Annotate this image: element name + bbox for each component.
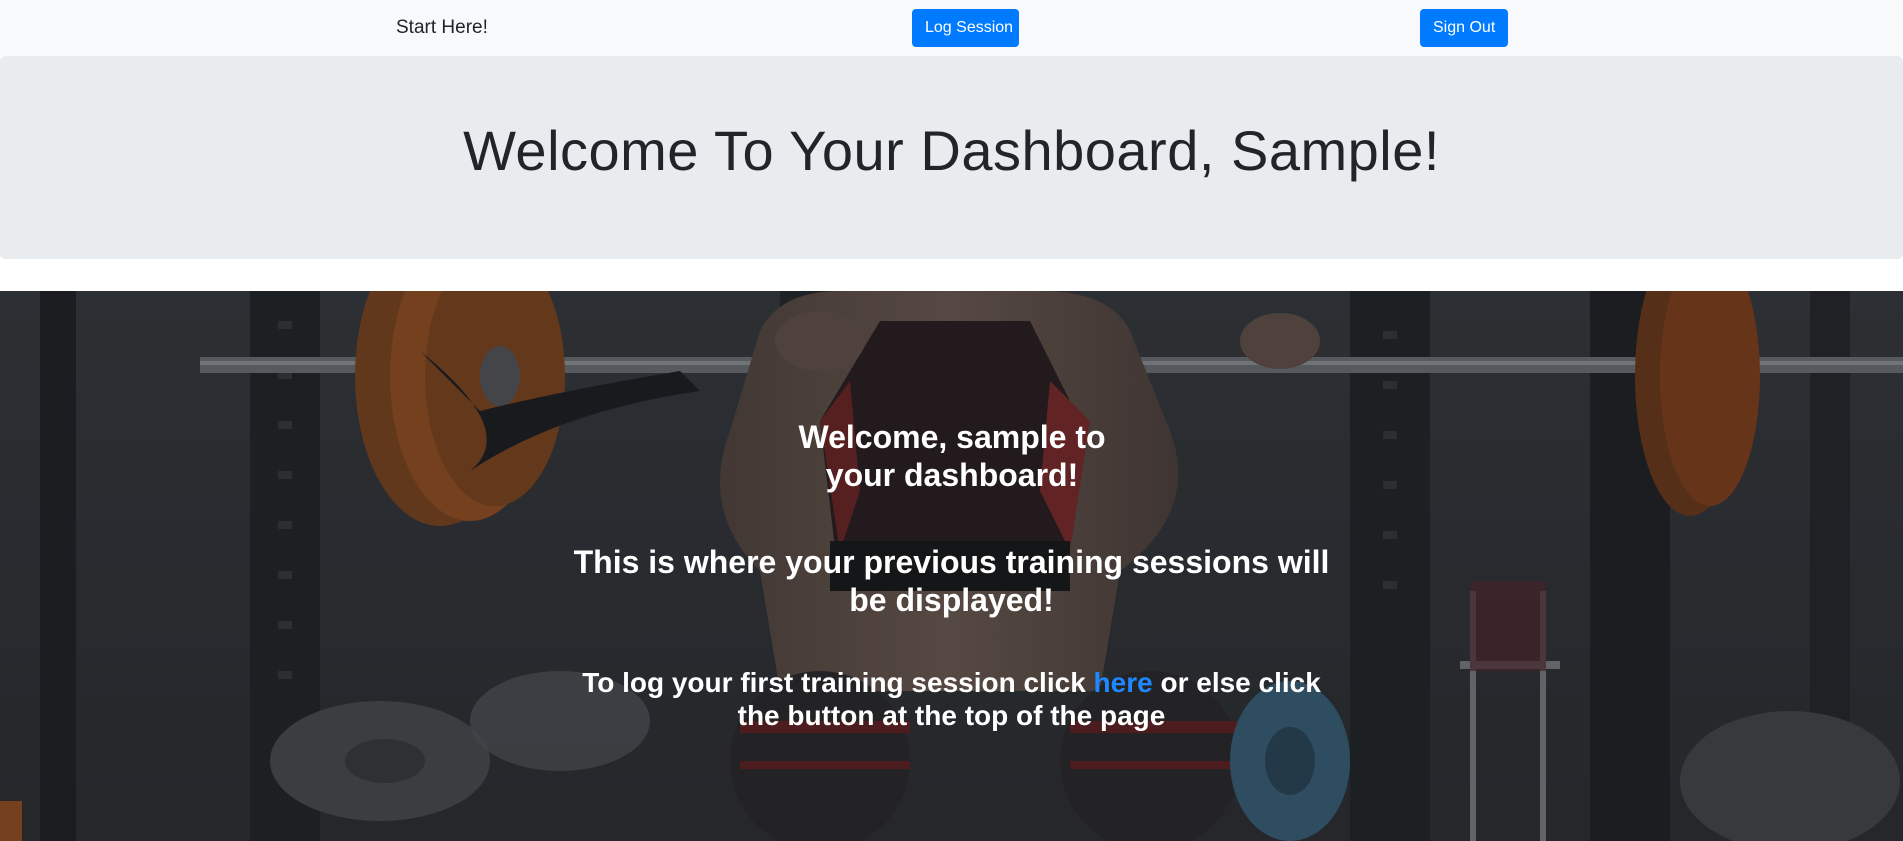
top-navbar: Start Here! Log Session Sign Out [0,0,1903,56]
log-session-button[interactable]: Log Session [912,9,1019,47]
hero-content: Welcome, sample to your dashboard! This … [0,291,1903,841]
training-sessions-info: This is where your previous training ses… [573,544,1330,618]
log-first-session-text: To log your first training session click… [560,666,1343,732]
log-text-prefix: To log your first training session click [582,667,1094,698]
hero-section: Welcome, sample to your dashboard! This … [0,291,1903,841]
sign-out-button[interactable]: Sign Out [1420,9,1508,47]
page-title: Welcome To Your Dashboard, Sample! [463,119,1440,182]
welcome-jumbotron: Welcome To Your Dashboard, Sample! [0,56,1903,259]
log-session-here-link[interactable]: here [1094,667,1153,698]
brand-link[interactable]: Start Here! [396,16,488,40]
hero-welcome-heading: Welcome, sample to your dashboard! [798,419,1106,493]
